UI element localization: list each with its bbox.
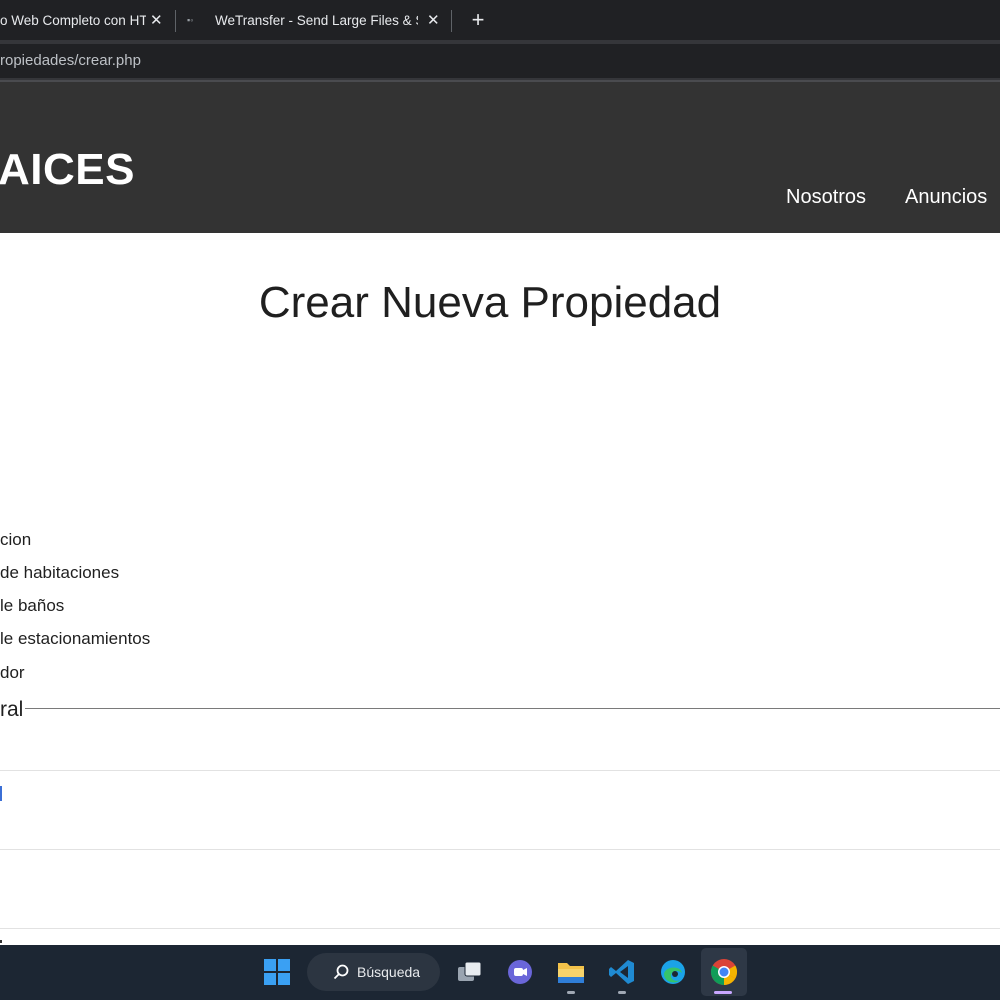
tab-web-completo[interactable]: o Web Completo con HTML ✕: [0, 0, 170, 40]
nav-link-anuncios[interactable]: Anuncios: [905, 186, 987, 209]
tab-separator: [451, 10, 452, 32]
taskbar-search-button[interactable]: Búsqueda: [307, 953, 440, 991]
search-icon: [333, 964, 349, 980]
windows-taskbar: [0, 945, 1000, 1000]
input-field[interactable]: [0, 770, 1000, 771]
field-label-vendedor: dor: [0, 663, 25, 682]
app-running-indicator: [567, 991, 575, 994]
edge-icon[interactable]: [656, 955, 690, 989]
field-label-estacionamientos: le estacionamientos: [0, 629, 151, 648]
tab-title: o Web Completo con HTML: [0, 12, 146, 28]
app-active-indicator: [714, 991, 732, 994]
wetransfer-favicon-icon: ▪◦: [187, 15, 194, 25]
address-bar-url[interactable]: ropiedades/crear.php: [0, 52, 141, 69]
meet-icon[interactable]: [503, 955, 537, 989]
close-tab-icon[interactable]: ✕: [427, 11, 440, 29]
input-field[interactable]: [0, 928, 1000, 929]
chrome-icon[interactable]: [707, 955, 741, 989]
field-marker: [0, 940, 2, 943]
start-icon[interactable]: [260, 955, 294, 989]
fieldset-legend: ral: [0, 698, 26, 722]
vscode-icon[interactable]: [605, 955, 639, 989]
new-tab-button[interactable]: +: [466, 6, 490, 34]
site-logo[interactable]: AICES: [0, 145, 135, 195]
task-view-icon[interactable]: [453, 955, 487, 989]
tab-wetransfer[interactable]: WeTransfer - Send Large Files & Share ✕: [215, 0, 445, 40]
field-label-descripcion: cion: [0, 530, 32, 549]
field-label-habitaciones: de habitaciones: [0, 563, 120, 582]
page-title: Crear Nueva Propiedad: [258, 278, 722, 327]
search-label: Búsqueda: [357, 964, 421, 980]
site-header: [0, 82, 1000, 233]
address-bar[interactable]: [0, 44, 1000, 78]
app-running-indicator: [618, 991, 626, 994]
close-tab-icon[interactable]: ✕: [150, 11, 163, 29]
tab-separator: [175, 10, 176, 32]
fieldset-border: [22, 708, 1000, 709]
file-explorer-icon[interactable]: [554, 955, 588, 989]
input-field[interactable]: [0, 849, 1000, 850]
text-cursor: [0, 786, 2, 801]
nav-link-nosotros[interactable]: Nosotros: [786, 186, 866, 209]
field-label-banos: le baños: [0, 596, 65, 615]
tab-title: WeTransfer - Send Large Files & Share: [215, 12, 418, 28]
